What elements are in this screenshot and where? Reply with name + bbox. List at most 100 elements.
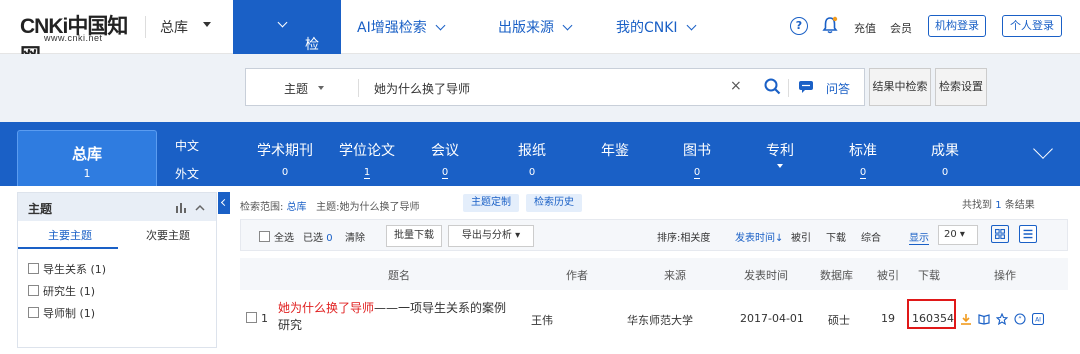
- top-bar: CNKi中国知网 www.cnki.net 总库 检索 AI增强检索 出版来源 …: [0, 0, 1080, 73]
- row-index: 1: [261, 312, 268, 325]
- found-prefix: 共找到: [962, 200, 992, 211]
- topic-item[interactable]: 导生关系 (1): [28, 261, 106, 277]
- list-view-icon[interactable]: [1019, 225, 1037, 243]
- tab-standards[interactable]: 标准 0: [843, 140, 883, 179]
- checkbox[interactable]: [28, 307, 39, 318]
- result-count: 共找到 1 条结果: [962, 196, 1035, 211]
- found-count: 1: [995, 200, 1002, 211]
- tab-count: 0: [693, 167, 701, 179]
- tab-books[interactable]: 图书 0: [677, 140, 717, 179]
- search-history-button[interactable]: 检索历史: [526, 194, 582, 212]
- lang-foreign[interactable]: 外文: [175, 165, 199, 182]
- collapse-sidebar-button[interactable]: [218, 192, 230, 214]
- personal-login-button[interactable]: 个人登录: [1002, 15, 1062, 37]
- lang-chinese[interactable]: 中文: [175, 137, 199, 154]
- checkbox[interactable]: [246, 312, 257, 323]
- cnki-logo[interactable]: CNKi中国知网 www.cnki.net: [20, 10, 130, 68]
- tab-label: 专利: [766, 143, 794, 159]
- nav-my-cnki[interactable]: 我的CNKI: [616, 17, 697, 37]
- org-login-button[interactable]: 机构登录: [928, 15, 986, 37]
- ai-icon[interactable]: AI: [1032, 313, 1044, 325]
- results-toolbar: 全选 已选 0 清除 批量下载 导出与分析 ▾ 排序:相关度 发表时间↓ 被引 …: [240, 219, 1068, 251]
- favorite-icon[interactable]: [996, 313, 1008, 325]
- sort-overall[interactable]: 综合: [861, 229, 881, 244]
- sort-by-time[interactable]: 发表时间↓: [735, 229, 783, 244]
- grid-view-icon[interactable]: [991, 225, 1009, 243]
- tab-count: 0: [859, 167, 867, 179]
- chevron-down-icon: [686, 20, 697, 31]
- panel-title: 主题: [28, 202, 53, 216]
- topic-item[interactable]: 研究生 (1): [28, 283, 95, 299]
- download-icon[interactable]: [960, 313, 972, 325]
- title-rest: ——一项导生关系的案例: [374, 301, 507, 315]
- col-actions: 操作: [994, 269, 1016, 282]
- bell-icon[interactable]: [822, 16, 838, 34]
- database-selector[interactable]: 总库: [160, 17, 188, 37]
- results-table-header: 题名 作者 来源 发表时间 数据库 被引 下载 操作: [240, 258, 1068, 290]
- page-size-select[interactable]: 20 ▾: [938, 225, 978, 245]
- source-link[interactable]: 华东师范大学: [627, 312, 693, 328]
- tab-theses[interactable]: 学位论文 1: [337, 140, 397, 179]
- chevron-left-icon: [220, 198, 229, 207]
- title-highlight: 她为什么换了导师: [278, 301, 375, 315]
- nav-publication-source[interactable]: 出版来源: [498, 17, 573, 37]
- sort-label: 排序:相关度: [657, 229, 710, 244]
- clear-selection-button[interactable]: 清除: [345, 229, 365, 244]
- tab-patents[interactable]: 专利: [760, 140, 800, 168]
- ask-button[interactable]: 问答: [826, 80, 850, 97]
- logo-url: www.cnki.net: [44, 33, 103, 43]
- checkbox[interactable]: [259, 231, 270, 242]
- sort-by-cited[interactable]: 被引: [791, 229, 811, 244]
- tab-label: 年鉴: [601, 143, 629, 159]
- nav-ai-search[interactable]: AI增强检索: [357, 17, 446, 37]
- tab-secondary-topic[interactable]: 次要主题: [146, 227, 190, 243]
- checkbox[interactable]: [28, 263, 39, 274]
- recharge-link[interactable]: 充值: [854, 20, 876, 36]
- help-icon[interactable]: ?: [790, 17, 808, 35]
- row-select[interactable]: 1: [246, 312, 268, 325]
- member-link[interactable]: 会员: [890, 20, 912, 36]
- svg-text:AI: AI: [1035, 317, 1041, 324]
- select-all-label: 全选: [274, 233, 294, 244]
- tab-newspapers[interactable]: 报纸 0: [512, 140, 552, 179]
- topic-item[interactable]: 导师制 (1): [28, 305, 95, 321]
- select-all[interactable]: 全选: [259, 229, 294, 244]
- collapse-up-icon[interactable]: [195, 204, 205, 212]
- title-line2: 研究: [278, 318, 303, 332]
- tab-achievements[interactable]: 成果 0: [925, 140, 965, 179]
- cited-count[interactable]: 19: [881, 312, 895, 325]
- batch-download-button[interactable]: 批量下载: [386, 225, 442, 247]
- col-date: 发表时间: [744, 269, 788, 282]
- sort-by-download[interactable]: 下载: [826, 229, 846, 244]
- author-link[interactable]: 王伟: [531, 312, 553, 328]
- chart-icon[interactable]: [176, 203, 188, 213]
- search-settings-button[interactable]: 检索设置: [935, 68, 987, 106]
- selected-value: 0: [326, 233, 333, 244]
- search-field-select[interactable]: 主题: [284, 80, 308, 97]
- topic-value: 她为什么换了导师: [339, 202, 420, 213]
- checkbox[interactable]: [28, 285, 39, 296]
- caret-down-icon: ▾: [959, 229, 965, 240]
- search-icon[interactable]: [764, 78, 781, 95]
- tab-yearbooks[interactable]: 年鉴: [595, 140, 635, 160]
- search-input[interactable]: 她为什么换了导师: [374, 80, 470, 97]
- scope-value[interactable]: 总库: [287, 202, 307, 213]
- download-count: 160354: [912, 312, 954, 325]
- nav-search[interactable]: 检索: [233, 0, 341, 73]
- tab-conferences[interactable]: 会议 0: [425, 140, 465, 179]
- read-online-icon[interactable]: [978, 313, 990, 325]
- search-within-results-button[interactable]: 结果中检索: [869, 68, 931, 106]
- custom-topic-button[interactable]: 主题定制: [463, 194, 519, 212]
- clear-icon[interactable]: ×: [730, 78, 742, 94]
- tab-total-count: 1: [83, 167, 91, 180]
- topic-item-label: 导师制 (1): [43, 307, 96, 320]
- tab-main-topic[interactable]: 主要主题: [48, 227, 92, 243]
- sort-label-text: 排序:: [657, 233, 681, 244]
- result-title-link[interactable]: 她为什么换了导师——一项导生关系的案例 研究: [278, 300, 530, 334]
- export-analysis-button[interactable]: 导出与分析 ▾: [448, 225, 534, 247]
- sort-relevance[interactable]: 相关度: [680, 233, 710, 244]
- quote-icon[interactable]: ”: [1014, 313, 1026, 325]
- tab-total-library[interactable]: 总库 1: [17, 130, 157, 186]
- scope-label: 检索范围:: [240, 202, 284, 213]
- tab-journals[interactable]: 学术期刊 0: [255, 140, 315, 179]
